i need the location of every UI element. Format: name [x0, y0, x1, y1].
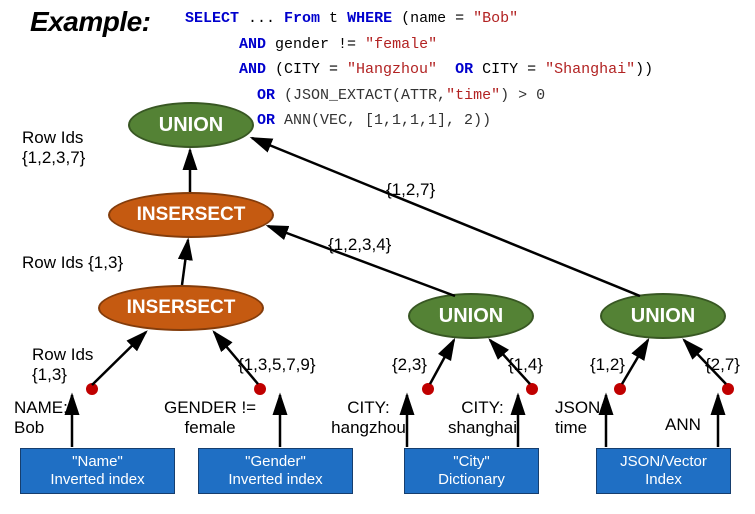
row-ids-top: Row Ids{1,2,3,7} — [22, 128, 85, 167]
sql-text: t — [320, 10, 347, 27]
sql-str: "Bob" — [473, 10, 518, 27]
sql-text: (JSON_EXTACT(ATTR, — [275, 87, 446, 104]
set-13579: {1,3,5,7,9} — [238, 355, 316, 375]
sql-text: (CITY = — [266, 61, 347, 78]
set-27: {2,7} — [705, 355, 740, 375]
sql-kw: OR — [257, 87, 275, 104]
sql-kw: WHERE — [347, 10, 392, 27]
sql-kw: AND — [239, 36, 266, 53]
row-ids-mid: Row Ids {1,3} — [22, 253, 123, 273]
intersect-node-bottom: INSERSECT — [98, 285, 264, 331]
set-12: {1,2} — [590, 355, 625, 375]
sql-str: "Hangzhou" — [347, 61, 437, 78]
sql-str: "Shanghai" — [545, 61, 635, 78]
sql-text: )) — [635, 61, 653, 78]
cond-gender: GENDER !=female — [164, 398, 256, 437]
union-node-top: UNION — [128, 102, 254, 148]
cond-json: JSON:time — [555, 398, 605, 437]
sql-kw: From — [284, 10, 320, 27]
sql-kw: OR — [257, 112, 275, 129]
sql-text — [437, 61, 455, 78]
union-node-city: UNION — [408, 293, 534, 339]
set-23: {2,3} — [392, 355, 427, 375]
sql-kw: OR — [455, 61, 473, 78]
sql-text: gender != — [266, 36, 365, 53]
sql-text: ... — [239, 10, 284, 27]
set-14: {1,4} — [508, 355, 543, 375]
sql-code-block: SELECT ... From t WHERE (name = "Bob" AN… — [185, 6, 653, 134]
sql-text: ) > 0 — [500, 87, 545, 104]
cond-city-shanghai: CITY:shanghai — [440, 398, 525, 437]
sql-kw: AND — [239, 61, 266, 78]
sql-text: ANN(VEC, [1,1,1,1], 2)) — [275, 112, 491, 129]
leaf-city-dict: "City"Dictionary — [404, 448, 539, 494]
sql-text: (name = — [392, 10, 473, 27]
row-ids-bot: Row Ids{1,3} — [32, 345, 93, 384]
sql-str: "female" — [365, 36, 437, 53]
sql-str: "time" — [446, 87, 500, 104]
leaf-gender-index: "Gender"Inverted index — [198, 448, 353, 494]
intersect-node-mid: INSERSECT — [108, 192, 274, 238]
set-1234: {1,2,3,4} — [328, 235, 391, 255]
set-127: {1,2,7} — [386, 180, 435, 200]
sql-text: CITY = — [473, 61, 545, 78]
example-title: Example: — [30, 6, 151, 38]
cond-ann: ANN — [665, 415, 701, 435]
cond-name: NAME:Bob — [14, 398, 68, 437]
union-node-json: UNION — [600, 293, 726, 339]
leaf-json-vector: JSON/VectorIndex — [596, 448, 731, 494]
leaf-name-index: "Name"Inverted index — [20, 448, 175, 494]
cond-city-hangzhou: CITY:hangzhou — [326, 398, 411, 437]
sql-kw: SELECT — [185, 10, 239, 27]
